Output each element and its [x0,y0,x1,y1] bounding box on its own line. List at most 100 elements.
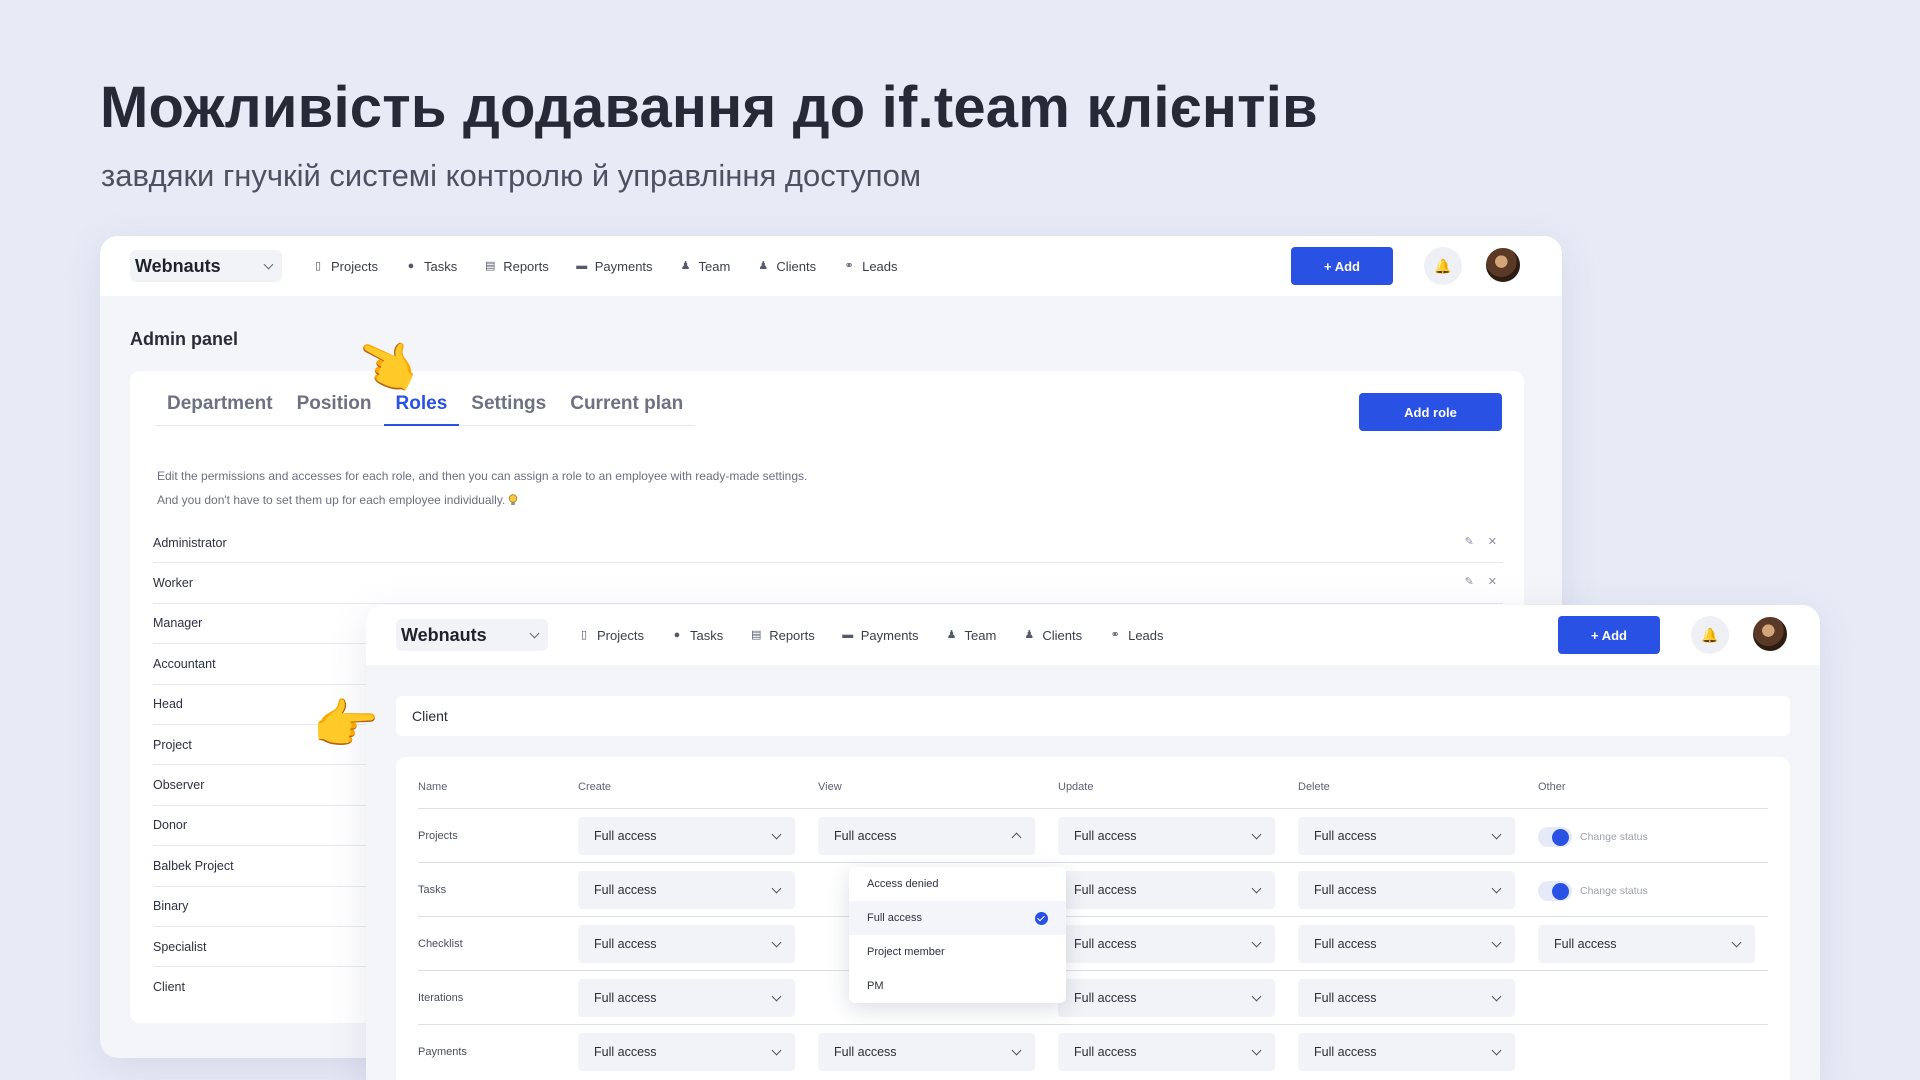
select-value: Full access [1314,991,1377,1005]
nav-label: Projects [331,258,378,274]
chevron-down-icon [1491,991,1502,1002]
delete-select[interactable]: Full access [1298,979,1515,1017]
chevron-down-icon [771,829,782,840]
delete-select[interactable]: Full access [1298,817,1515,855]
view-select-open[interactable]: Full access [818,817,1035,855]
add-button[interactable]: + Add [1291,247,1393,285]
nav-reports[interactable]: ▤ Reports [750,628,815,643]
tab-settings[interactable]: Settings [459,393,558,425]
list-item[interactable]: Administrator ✎ ✕ [153,523,1503,564]
roles-description: Edit the permissions and accesses for ea… [157,464,807,512]
nav-team[interactable]: ♟ Team [946,628,997,643]
nav-payments[interactable]: ▬ Payments [576,259,652,274]
option-project-member[interactable]: Project member [849,935,1066,969]
table-row: Checklist Full access Full access Full a… [418,917,1768,971]
delete-select[interactable]: Full access [1298,1033,1515,1071]
role-name: Administrator [153,535,227,550]
row-name: Tasks [418,884,447,896]
col-view: View [818,781,842,793]
chevron-down-icon [1251,991,1262,1002]
select-value: Full access [834,1045,897,1059]
nav-label: Leads [1128,627,1164,643]
role-name-field[interactable]: Client [396,696,1790,736]
workspace-name: Webnauts [401,624,487,645]
pointing-hand-icon: 👉 [312,695,380,755]
nav-label: Team [964,627,997,643]
select-value: Full access [594,883,657,897]
page-title: Admin panel [130,329,239,349]
toggle-label: Change status [1580,831,1648,843]
nav-team[interactable]: ♟ Team [680,259,731,274]
select-value: Full access [594,1045,657,1059]
delete-select[interactable]: Full access [1298,925,1515,963]
bell-icon[interactable]: 🔔 [1424,247,1462,285]
avatar[interactable] [1484,246,1522,284]
chevron-down-icon [529,628,540,639]
select-value: Full access [1554,937,1617,951]
top-navbar: Webnauts ▯ Projects ● Tasks ▤ Reports ▬ Paym… [100,236,1562,296]
update-select[interactable]: Full access [1058,871,1275,909]
create-select[interactable]: Full access [578,979,795,1017]
nav-leads[interactable]: ⚭ Leads [843,259,897,274]
create-select[interactable]: Full access [578,817,795,855]
option-pm[interactable]: PM [849,969,1066,1003]
nav-reports[interactable]: ▤ Reports [484,259,549,274]
edit-icon[interactable]: ✎ [1465,575,1474,588]
nav-tasks[interactable]: ● Tasks [671,628,724,643]
select-value: Full access [1074,991,1137,1005]
nav-projects[interactable]: ▯ Projects [312,259,378,274]
update-select[interactable]: Full access [1058,979,1275,1017]
select-value: Full access [1074,829,1137,843]
list-item[interactable]: Worker ✎ ✕ [153,563,1503,604]
nav-tasks[interactable]: ● Tasks [405,259,458,274]
row-actions: ✎ ✕ [1465,535,1497,548]
workspace-selector[interactable]: Webnauts [396,619,548,651]
option-full-access[interactable]: Full access [849,901,1066,935]
description-line-2: And you don't have to set them up for ea… [157,488,807,512]
other-select[interactable]: Full access [1538,925,1755,963]
delete-select[interactable]: Full access [1298,871,1515,909]
nav-payments[interactable]: ▬ Payments [842,628,918,643]
nav-label: Clients [776,258,817,274]
file-icon: ▯ [580,629,588,641]
edit-icon[interactable]: ✎ [1465,535,1474,548]
hero-subtitle: завдяки гнучкій системі контролю й управ… [101,158,922,193]
permissions-card: Name Create View Update Delete Other Pro… [396,757,1790,1080]
check-icon [1035,912,1048,925]
workspace-name: Webnauts [135,255,221,276]
close-icon[interactable]: ✕ [1488,535,1497,548]
option-access-denied[interactable]: Access denied [849,867,1066,901]
create-select[interactable]: Full access [578,871,795,909]
add-role-button[interactable]: Add role [1359,393,1502,431]
nav-projects[interactable]: ▯ Projects [578,628,644,643]
update-select[interactable]: Full access [1058,1033,1275,1071]
workspace-selector[interactable]: Webnauts [130,250,282,282]
row-name: Projects [418,830,458,842]
description-text: And you don't have to set them up for ea… [157,493,506,507]
bell-icon[interactable]: 🔔 [1691,616,1729,654]
chevron-down-icon [1731,937,1742,948]
report-icon: ▤ [485,260,496,272]
chevron-down-icon [771,883,782,894]
avatar[interactable] [1751,615,1789,653]
tab-department[interactable]: Department [155,393,285,425]
create-select[interactable]: Full access [578,925,795,963]
change-status-toggle[interactable] [1538,827,1572,847]
option-label: Full access [867,912,923,924]
nav-clients[interactable]: ♟ Clients [757,259,816,274]
create-select[interactable]: Full access [578,1033,795,1071]
update-select[interactable]: Full access [1058,925,1275,963]
chevron-down-icon [1491,829,1502,840]
change-status-toggle[interactable] [1538,881,1572,901]
tab-position[interactable]: Position [285,393,384,425]
nav-leads[interactable]: ⚭ Leads [1109,628,1163,643]
nav-clients[interactable]: ♟ Clients [1023,628,1082,643]
close-icon[interactable]: ✕ [1488,575,1497,588]
hero-title: Можливість додавання до if.team клієнтів [100,75,1318,140]
role-name: Donor [153,818,188,833]
tab-current-plan[interactable]: Current plan [558,393,695,425]
update-select[interactable]: Full access [1058,817,1275,855]
add-button[interactable]: + Add [1558,616,1660,654]
person-icon: ♟ [946,629,957,641]
view-select[interactable]: Full access [818,1033,1035,1071]
